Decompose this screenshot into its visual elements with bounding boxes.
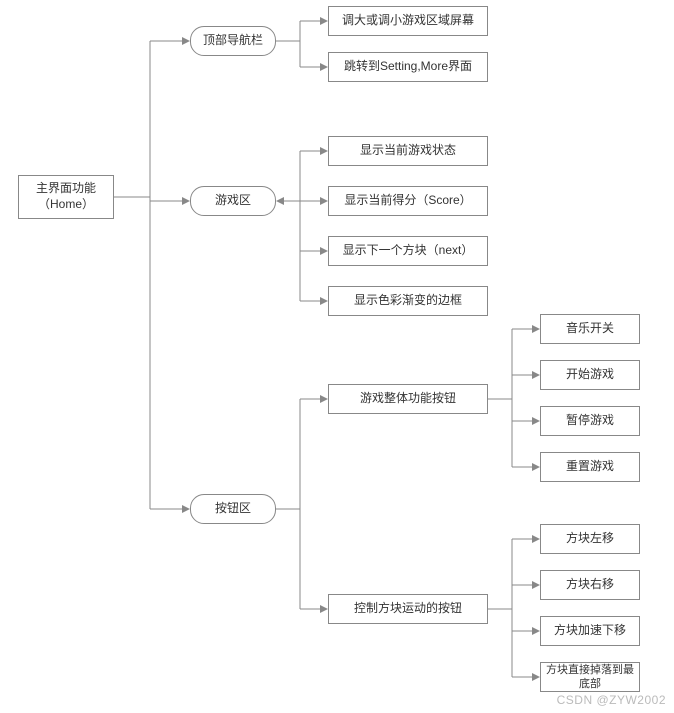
watermark: CSDN @ZYW2002 (557, 693, 666, 707)
connectors (0, 0, 674, 713)
diagram-canvas: { "root": { "label": "主界面功能\n（Home）" }, … (0, 0, 674, 713)
